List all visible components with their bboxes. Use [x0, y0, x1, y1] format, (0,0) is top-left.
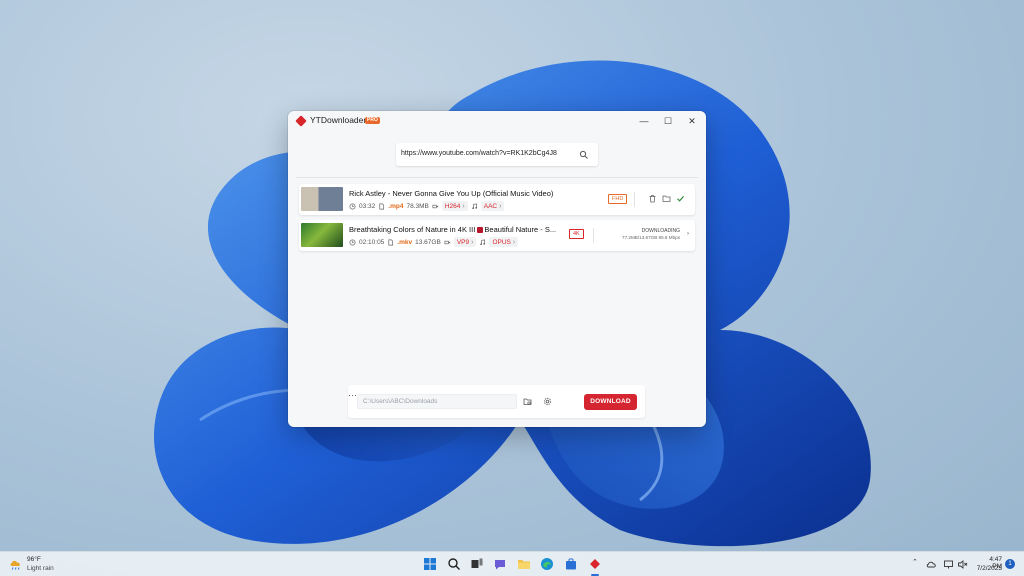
weather-temperature: 96°F: [27, 556, 41, 563]
pro-badge: PRO: [365, 117, 380, 124]
minimize-button[interactable]: —: [634, 113, 654, 129]
audio-codec: OPUS: [492, 238, 511, 246]
title-bar[interactable]: YTDownloader PRO — ☐ ✕: [288, 111, 706, 131]
download-item[interactable]: Breathtaking Colors of Nature in 4K III …: [299, 220, 695, 251]
windows-start-icon[interactable]: [423, 557, 437, 571]
chevron-right-icon: ›: [471, 238, 474, 246]
chevron-right-icon: ›: [462, 202, 465, 210]
chevron-right-icon: ›: [512, 238, 516, 246]
download-status: DOWNLOADING: [641, 228, 680, 234]
channel-name: Beautiful Nature - S...: [484, 225, 557, 234]
video-codec-icon: [432, 204, 438, 208]
bottom-toolbar: C:\Users\ABC\Downloads ··· DOWNLOAD: [348, 385, 645, 418]
download-button[interactable]: DOWNLOAD: [584, 394, 637, 410]
video-meta: 02:10:05 .mkv 13.67GB VP9 › OPUS ›: [349, 237, 519, 247]
close-button[interactable]: ✕: [682, 113, 702, 129]
divider: [296, 177, 698, 178]
download-path-placeholder: C:\Users\ABC\Downloads: [363, 398, 438, 405]
clock-icon: [349, 239, 356, 245]
chevron-right-icon: ›: [499, 202, 502, 210]
weather-rain-icon[interactable]: [9, 559, 23, 571]
url-value: https://www.youtube.com/watch?v=RK1K2bCg…: [401, 150, 557, 157]
download-progress: 77.2MB/13.67GB 85.8 Mbps: [622, 235, 680, 240]
app-title: YTDownloader: [310, 115, 367, 125]
video-codec-icon: [444, 240, 450, 244]
maximize-button[interactable]: ☐: [658, 113, 678, 129]
file-explorer-icon[interactable]: [517, 557, 531, 571]
taskbar: 96°F Light rain ⌃ 4:47 PM 7/2/2023 1: [0, 551, 1024, 576]
video-title: Breathtaking Colors of Nature in 4K III: [349, 225, 476, 234]
file-size: 13.67GB: [415, 238, 441, 246]
video-title: Rick Astley - Never Gonna Give You Up (O…: [349, 189, 554, 198]
volume-muted-icon[interactable]: [957, 559, 968, 570]
duration: 02:10:05: [359, 238, 385, 246]
quality-badge: 4K: [569, 229, 584, 239]
music-note-icon: [471, 202, 477, 209]
network-icon[interactable]: [943, 559, 954, 570]
video-thumbnail: [301, 187, 343, 211]
clock-icon: [349, 203, 356, 209]
duration: 03:32: [359, 202, 376, 210]
search-icon[interactable]: [447, 557, 461, 571]
file-icon: [388, 239, 394, 245]
quality-badge: FHD: [608, 194, 628, 204]
cloud-icon[interactable]: [926, 559, 937, 570]
audio-codec: AAC: [483, 202, 498, 210]
video-codec-select[interactable]: H264 ›: [441, 201, 468, 211]
video-meta: 03:32 .mp4 78.3MB H264 › AAC ›: [349, 201, 505, 211]
url-input[interactable]: https://www.youtube.com/watch?v=RK1K2bCg…: [396, 143, 598, 166]
task-view-icon[interactable]: [470, 557, 484, 571]
video-codec: H264: [444, 202, 461, 210]
folder-settings-icon[interactable]: [523, 397, 532, 406]
gear-icon[interactable]: [543, 397, 552, 406]
weather-description: Light rain: [27, 565, 54, 572]
file-extension: .mkv: [397, 238, 413, 246]
download-path-field[interactable]: C:\Users\ABC\Downloads: [357, 394, 517, 409]
app-logo-icon: [295, 115, 307, 127]
check-icon: [677, 195, 685, 202]
notification-badge[interactable]: 1: [1005, 559, 1015, 569]
app-window: YTDownloader PRO — ☐ ✕ https://www.youtu…: [288, 111, 706, 427]
file-size: 78.3MB: [406, 202, 429, 210]
chat-icon[interactable]: [493, 557, 507, 571]
video-title-row: Breathtaking Colors of Nature in 4K III …: [349, 225, 556, 234]
audio-codec-select[interactable]: OPUS ›: [489, 237, 519, 247]
divider: [593, 228, 594, 243]
chevron-up-icon[interactable]: ⌃: [912, 558, 918, 566]
audio-codec-select[interactable]: AAC ›: [480, 201, 505, 211]
item-more-button[interactable]: ›: [687, 231, 689, 237]
video-codec-select[interactable]: VP9 ›: [453, 237, 477, 247]
file-extension: .mp4: [388, 202, 404, 210]
folder-icon[interactable]: [662, 194, 671, 203]
ytdownloader-taskbar-icon[interactable]: [588, 557, 602, 571]
search-icon[interactable]: [579, 150, 589, 160]
edge-browser-icon[interactable]: [540, 557, 554, 571]
more-options-button[interactable]: ···: [348, 390, 357, 400]
clock-date[interactable]: 7/2/2023: [970, 565, 1002, 572]
channel-icon: [477, 227, 484, 233]
divider: [634, 192, 635, 207]
download-item[interactable]: Rick Astley - Never Gonna Give You Up (O…: [299, 184, 695, 215]
store-icon[interactable]: [564, 557, 578, 571]
file-icon: [379, 203, 385, 209]
video-codec: VP9: [456, 238, 470, 246]
music-note-icon: [480, 238, 486, 245]
trash-icon[interactable]: [648, 194, 657, 203]
video-thumbnail: [301, 223, 343, 247]
